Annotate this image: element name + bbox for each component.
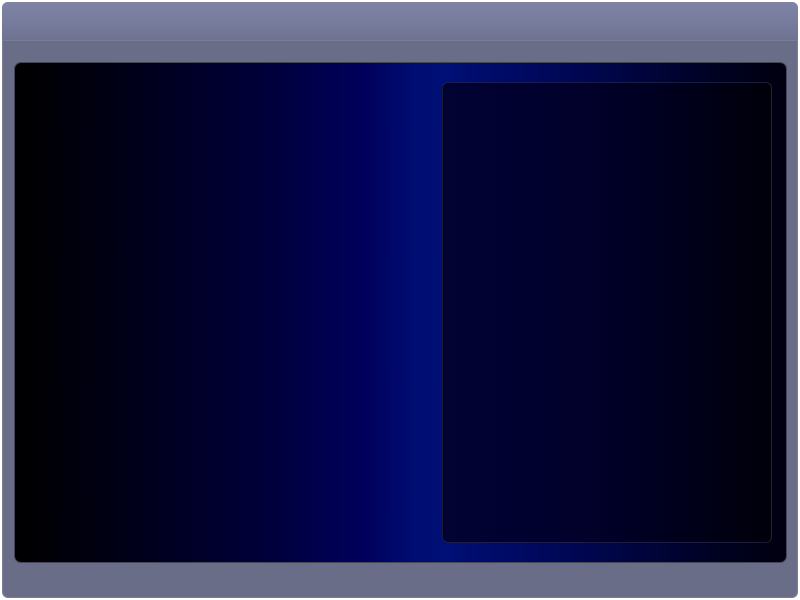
side-panel <box>442 82 772 543</box>
main-stage[interactable] <box>15 63 786 562</box>
window-titlebar[interactable] <box>2 2 798 41</box>
app-window <box>2 2 798 598</box>
